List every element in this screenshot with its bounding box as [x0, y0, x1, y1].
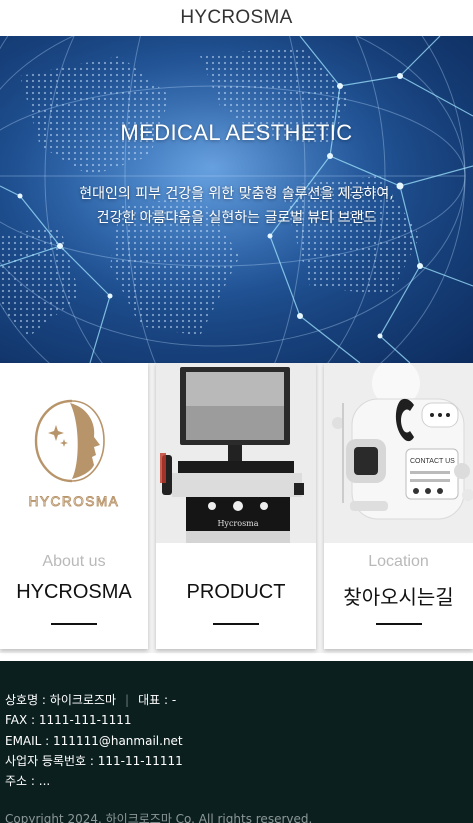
contact-us-illustration: CONTACT US [324, 363, 473, 543]
footer-email: EMAIL : 111111@hanmail.net [5, 734, 183, 748]
card-product-divider [213, 623, 259, 625]
site-logo[interactable]: HYCROSMA [180, 7, 292, 29]
footer-separator: | [125, 693, 130, 707]
site-footer: 상호명 : 하이크로즈마 | 대표 : - FAX : 1111-111-1111 … [0, 661, 473, 823]
card-about-us-title: HYCROSMA [16, 581, 132, 603]
footer-fax: FAX : 1111-111-1111 [5, 713, 132, 727]
hero-banner: MEDICAL AESTHETIC 현대인의 피부 건강을 위한 맞춤형 솔루션… [0, 36, 473, 363]
hero-description: 현대인의 피부 건강을 위한 맞춤형 솔루션을 제공하여, 건강한 아름다움을 … [0, 182, 473, 230]
card-location[interactable]: CONTACT US Location 찾아오시는길 [324, 363, 473, 649]
illustration-caption: CONTACT US [410, 458, 455, 465]
hero-description-line-1: 현대인의 피부 건강을 위한 맞춤형 솔루션을 제공하여, [79, 186, 394, 202]
hycrosma-logo-emblem: HYCROSMA [28, 399, 120, 509]
card-location-subtitle: Location [368, 553, 429, 570]
card-product-image: Hycrosma [156, 363, 316, 543]
card-location-title: 찾아오시는길 [343, 587, 454, 609]
card-about-us-divider [51, 623, 97, 625]
product-device-image: Hycrosma [156, 363, 316, 543]
card-location-image: CONTACT US [324, 363, 473, 543]
footer-company-name: 상호명 : 하이크로즈마 [5, 693, 117, 707]
footer-ceo: 대표 : - [138, 693, 177, 707]
card-about-us-image: HYCROSMA [0, 363, 148, 543]
page: HYCROSMA MEDICAL AESTHETIC 현대인의 피부 건강을 위… [0, 0, 473, 823]
feature-cards: HYCROSMA About us HYCROSMA Hycrosma PROD… [0, 363, 473, 653]
card-about-us-subtitle: About us [42, 553, 106, 570]
logo-wordmark: HYCROSMA [29, 494, 120, 509]
hero-title: MEDICAL AESTHETIC [120, 120, 353, 145]
card-product-title: PRODUCT [186, 581, 286, 603]
card-product[interactable]: Hycrosma PRODUCT [156, 363, 316, 649]
device-label: Hycrosma [217, 519, 258, 528]
card-location-divider [375, 623, 422, 625]
hero-description-line-2: 건강한 아름다움을 실현하는 글로벌 뷰티 브랜드 [96, 210, 377, 226]
footer-copyright: Copyright 2024. 하이크로즈마 Co. All rights re… [5, 812, 313, 823]
site-header: HYCROSMA [0, 0, 473, 36]
footer-company-row: 상호명 : 하이크로즈마 | 대표 : - [5, 692, 176, 708]
footer-business-number: 사업자 등록번호 : 111-11-11111 [5, 754, 183, 768]
card-about-us[interactable]: HYCROSMA About us HYCROSMA [0, 363, 148, 649]
footer-address: 주소 : ... [5, 774, 51, 788]
